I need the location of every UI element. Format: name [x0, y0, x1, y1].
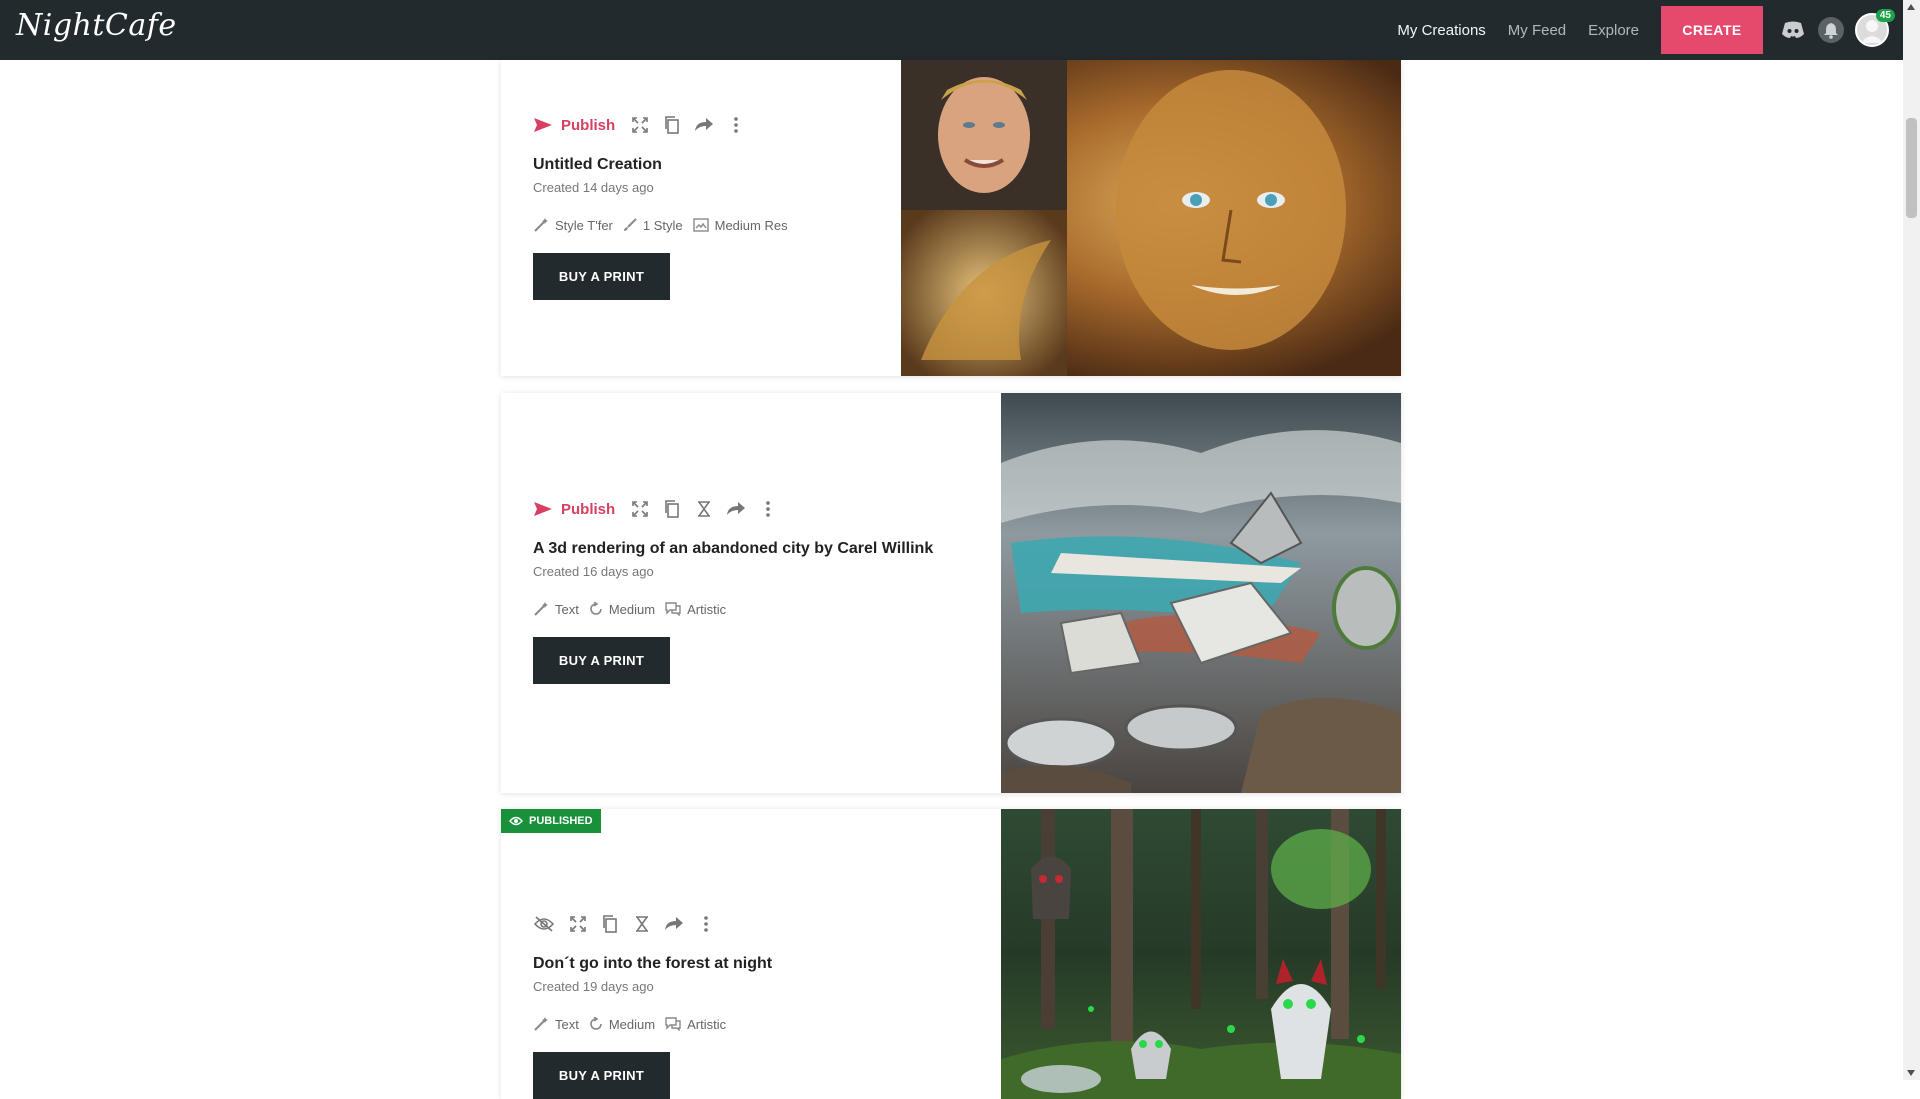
creation-meta: Text Medium Artistic [533, 601, 933, 617]
published-badge: PUBLISHED [501, 809, 601, 833]
creation-image[interactable] [901, 60, 1401, 376]
image-res-icon [692, 218, 709, 232]
share-icon[interactable] [725, 498, 747, 520]
publish-label: Publish [561, 500, 616, 518]
page-scrollbar[interactable] [1903, 0, 1920, 1080]
publish-label: Publish [561, 116, 616, 134]
meta-label: Text [555, 601, 579, 617]
meta-resolution: Medium Res [692, 217, 788, 233]
eye-icon [509, 816, 523, 826]
buy-a-print-button[interactable]: BUY A PRINT [533, 637, 670, 684]
hourglass-icon[interactable] [631, 913, 653, 935]
expand-icon[interactable] [629, 498, 651, 520]
meta-label: Medium [608, 601, 656, 617]
create-button[interactable]: CREATE [1661, 6, 1763, 54]
hourglass-icon[interactable] [693, 498, 715, 520]
publish-button[interactable]: Publish [533, 501, 615, 518]
meta-label: Artistic [687, 601, 727, 617]
meta-label: Text [555, 1016, 579, 1032]
meta-label: Medium Res [714, 217, 788, 233]
cycle-icon [590, 602, 602, 615]
more-vertical-icon[interactable] [695, 913, 717, 935]
meta-label: Medium [608, 1016, 656, 1032]
nav-links: My Creations My Feed Explore CREATE 45 [1397, 0, 1903, 60]
creation-card: Publish Untitled Creation Created 14 day… [501, 60, 1401, 376]
creation-title[interactable]: A 3d rendering of an abandoned city by C… [533, 540, 933, 558]
buy-a-print-button[interactable]: BUY A PRINT [533, 253, 670, 300]
discord-icon[interactable] [1779, 16, 1807, 44]
creation-actions: Publish [533, 112, 798, 138]
creation-meta: Text Medium Artistic [533, 1016, 772, 1032]
creation-title[interactable]: Untitled Creation [533, 156, 798, 174]
chat-icon [665, 1017, 681, 1031]
creation-image[interactable] [1001, 393, 1401, 793]
creation-image[interactable] [1001, 809, 1401, 1099]
more-vertical-icon[interactable] [725, 114, 747, 136]
nav-explore[interactable]: Explore [1588, 22, 1639, 39]
brush-icon [623, 218, 637, 231]
wand-icon [534, 602, 548, 616]
creation-actions [533, 911, 772, 937]
copy-icon[interactable] [599, 913, 621, 935]
meta-runtime: Medium [589, 602, 655, 617]
wand-icon [534, 1017, 548, 1031]
user-avatar[interactable]: 45 [1855, 9, 1895, 47]
creation-info: Don´t go into the forest at night Create… [533, 911, 772, 1099]
publish-button[interactable]: Publish [533, 117, 615, 134]
nightcafe-logo[interactable]: NightCafe [16, 8, 177, 43]
published-label: PUBLISHED [529, 815, 593, 827]
more-vertical-icon[interactable] [757, 498, 779, 520]
hidden-eye-icon[interactable] [533, 913, 555, 935]
expand-icon[interactable] [629, 114, 651, 136]
meta-styles: 1 Style [623, 218, 683, 233]
creation-actions: Publish [533, 496, 933, 522]
copy-icon[interactable] [661, 498, 683, 520]
creation-date: Created 16 days ago [533, 564, 654, 579]
creation-date: Created 14 days ago [533, 180, 654, 195]
meta-preset: Artistic [665, 602, 726, 617]
top-navigation-bar: NightCafe My Creations My Feed Explore C… [0, 0, 1903, 60]
bell-icon[interactable] [1817, 16, 1845, 44]
expand-icon[interactable] [567, 913, 589, 935]
share-icon[interactable] [663, 913, 685, 935]
chat-icon [665, 602, 681, 616]
creation-date: Created 19 days ago [533, 979, 654, 994]
scroll-down-arrow-icon[interactable] [1907, 1070, 1915, 1076]
creation-info: Publish Untitled Creation Created 14 day… [533, 112, 798, 300]
creation-info: Publish A 3d rendering of an abandoned c… [533, 496, 933, 684]
meta-label: Style T'fer [555, 217, 613, 233]
creation-card: PUBLISHED Don´t go into the forest at ni… [501, 809, 1401, 1099]
scrollbar-thumb[interactable] [1906, 118, 1917, 218]
nav-my-feed[interactable]: My Feed [1508, 22, 1566, 39]
creation-meta: Style T'fer 1 Style Medium Res [533, 217, 798, 233]
meta-label: Artistic [687, 1016, 727, 1032]
notification-count-badge: 45 [1875, 9, 1895, 22]
creation-card: Publish A 3d rendering of an abandoned c… [501, 393, 1401, 793]
meta-algorithm: Text [533, 1016, 579, 1032]
scroll-up-arrow-icon[interactable] [1907, 4, 1915, 10]
nav-my-creations[interactable]: My Creations [1397, 22, 1485, 39]
meta-runtime: Medium [589, 1017, 655, 1032]
creation-title[interactable]: Don´t go into the forest at night [533, 955, 772, 973]
wand-icon [534, 218, 548, 232]
meta-algorithm: Style T'fer [533, 217, 613, 233]
copy-icon[interactable] [661, 114, 683, 136]
cycle-icon [590, 1017, 602, 1030]
meta-algorithm: Text [533, 601, 579, 617]
share-icon[interactable] [693, 114, 715, 136]
buy-a-print-button[interactable]: BUY A PRINT [533, 1052, 670, 1099]
meta-preset: Artistic [665, 1017, 726, 1032]
meta-label: 1 Style [642, 217, 683, 233]
